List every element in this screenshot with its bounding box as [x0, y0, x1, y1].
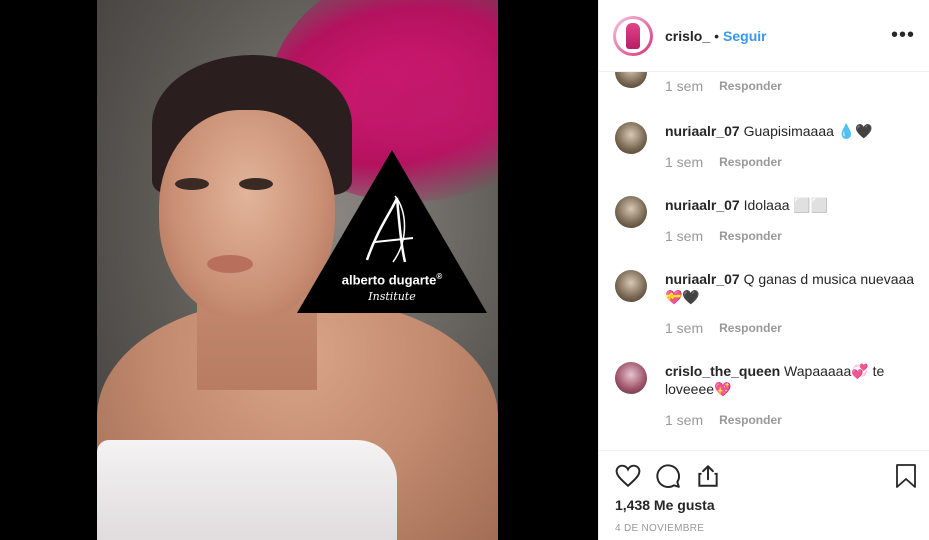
comment-time[interactable]: 1 sem — [665, 320, 703, 336]
post-actions: 1,438 Me gusta 4 DE NOVIEMBRE — [599, 450, 929, 540]
follow-button[interactable]: Seguir — [723, 28, 767, 44]
comment-time[interactable]: 1 sem — [665, 78, 703, 94]
left-eye — [175, 178, 209, 190]
logo-name: alberto dugarte® — [297, 272, 487, 287]
comment-avatar[interactable] — [615, 362, 647, 394]
comment-item: crislo_the_queen Wapaaaaa💞 te loveeee💖 1… — [615, 362, 915, 428]
comment-meta: 1 sem Responder — [665, 228, 915, 244]
comment-meta: 1 sem Responder — [665, 320, 915, 336]
right-eye — [239, 178, 273, 190]
comments-list[interactable]: 1 sem Responder nuriaalr_07 Guapisimaaaa… — [599, 72, 929, 450]
post-side-panel: crislo_ • Seguir ••• 1 sem Responder nur… — [598, 0, 929, 540]
comment-meta: 1 sem Responder — [665, 78, 915, 94]
share-icon[interactable] — [695, 463, 721, 489]
avatar-inner — [616, 18, 650, 53]
comment-text: Guapisimaaaa 💧🖤 — [743, 123, 873, 139]
comment-time[interactable]: 1 sem — [665, 228, 703, 244]
comment-meta: 1 sem Responder — [665, 154, 915, 170]
heart-icon[interactable] — [615, 463, 641, 489]
comment-icon[interactable] — [655, 463, 681, 489]
comment-body: nuriaalr_07 Guapisimaaaa 💧🖤 — [665, 122, 915, 140]
logo-subtitle: Institute — [368, 290, 416, 303]
reply-button[interactable]: Responder — [719, 413, 782, 427]
registered-mark: ® — [436, 272, 443, 281]
comment-item: 1 sem Responder — [615, 72, 915, 94]
comment-avatar[interactable] — [615, 72, 647, 88]
logo-name-text: alberto dugarte — [341, 272, 437, 288]
comment-item: nuriaalr_07 Guapisimaaaa 💧🖤 1 sem Respon… — [615, 122, 915, 170]
post-photo[interactable]: alberto dugarte® Institute — [97, 0, 498, 540]
bookmark-button[interactable] — [894, 463, 918, 494]
post-header: crislo_ • Seguir ••• — [599, 0, 929, 72]
comment-avatar[interactable] — [615, 196, 647, 228]
comment-avatar[interactable] — [615, 122, 647, 154]
comment-time[interactable]: 1 sem — [665, 154, 703, 170]
lips — [207, 255, 253, 273]
action-icons — [615, 463, 721, 489]
comment-meta: 1 sem Responder — [665, 412, 915, 428]
reply-button[interactable]: Responder — [719, 229, 782, 243]
comment-body: nuriaalr_07 Q ganas d musica nuevaaa 💝🖤 — [665, 270, 915, 306]
comment-username[interactable]: crislo_the_queen — [665, 363, 780, 379]
comment-item: nuriaalr_07 Q ganas d musica nuevaaa 💝🖤 … — [615, 270, 915, 336]
comment-username[interactable]: nuriaalr_07 — [665, 197, 740, 213]
triangle-logo-icon — [297, 150, 487, 313]
comment-time[interactable]: 1 sem — [665, 412, 703, 428]
comment-username[interactable]: nuriaalr_07 — [665, 123, 740, 139]
comment-username[interactable]: nuriaalr_07 — [665, 271, 740, 287]
avatar-figure — [626, 22, 640, 49]
reply-button[interactable]: Responder — [719, 79, 782, 93]
more-options-icon[interactable]: ••• — [891, 24, 915, 47]
reply-button[interactable]: Responder — [719, 321, 782, 335]
comment-body: nuriaalr_07 Idolaaa ⬜⬜ — [665, 196, 915, 214]
likes-count[interactable]: 1,438 Me gusta — [615, 497, 715, 513]
watermark-logo: alberto dugarte® Institute — [297, 150, 487, 313]
avatar[interactable] — [613, 15, 653, 56]
comment-text: Idolaaa ⬜⬜ — [743, 197, 829, 213]
white-top — [97, 440, 397, 540]
username-link[interactable]: crislo_ — [665, 28, 710, 44]
reply-button[interactable]: Responder — [719, 155, 782, 169]
post-date[interactable]: 4 DE NOVIEMBRE — [615, 523, 704, 534]
separator-dot: • — [714, 27, 720, 44]
comment-avatar[interactable] — [615, 270, 647, 302]
bookmark-icon — [896, 464, 916, 488]
post-media: alberto dugarte® Institute — [0, 0, 598, 540]
comment-item: nuriaalr_07 Idolaaa ⬜⬜ 1 sem Responder — [615, 196, 915, 244]
comment-body: crislo_the_queen Wapaaaaa💞 te loveeee💖 — [665, 362, 915, 398]
